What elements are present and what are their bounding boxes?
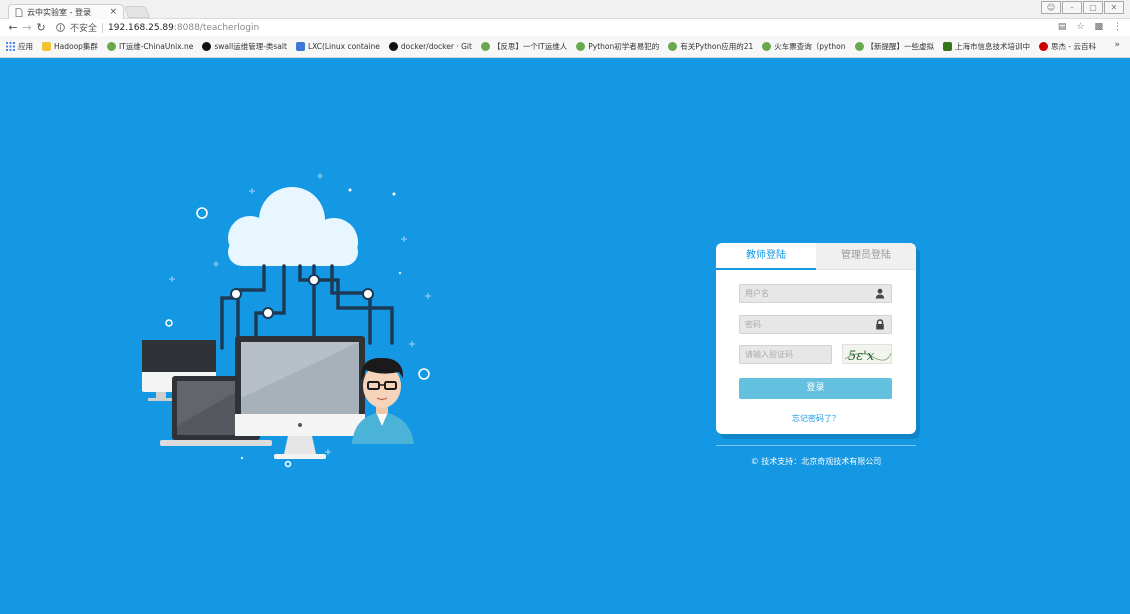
extension-icon[interactable]: ▩ — [1094, 22, 1103, 32]
footer-divider — [716, 445, 916, 446]
favicon-icon — [1039, 42, 1049, 51]
close-window-icon[interactable]: ✕ — [1104, 1, 1124, 14]
new-tab-button[interactable] — [123, 6, 151, 18]
network-lines — [220, 264, 394, 350]
favicon-icon — [762, 42, 772, 51]
captcha-noise: 5ε'x — [844, 349, 892, 364]
browser-tab[interactable]: 云中实验室 - 登录 × — [8, 4, 124, 19]
tab-teacher-login[interactable]: 教师登陆 — [716, 243, 816, 270]
close-tab-icon[interactable]: × — [109, 7, 117, 17]
page-icon — [15, 7, 23, 17]
username-placeholder: 用户名 — [745, 289, 769, 298]
bookmark-item[interactable]: IT运维-ChinaUnix.ne — [106, 41, 194, 52]
favicon-icon — [106, 42, 116, 51]
bookmarks-bar: 应用 Hadoop集群 IT运维-ChinaUnix.ne swall运维管理-… — [0, 36, 1130, 58]
url-divider — [102, 22, 104, 33]
username-input[interactable]: 用户名 — [739, 284, 892, 303]
favicon-icon — [668, 42, 678, 51]
menu-icon[interactable]: ⋮ — [1113, 22, 1122, 32]
password-placeholder: 密码 — [745, 320, 761, 329]
captcha-text: 5ε'x — [848, 349, 875, 364]
bookmark-label: 上海市信息技术培训中 — [955, 42, 1031, 51]
window-controls: ☺ – ▢ ✕ — [1041, 1, 1124, 14]
favicon-icon — [854, 42, 864, 51]
bookmark-item[interactable]: 上海市信息技术培训中 — [943, 41, 1030, 52]
more-bookmarks-icon[interactable]: » — [1114, 40, 1120, 50]
bookmark-label: docker/docker · Git — [400, 42, 472, 51]
folder-icon — [42, 42, 51, 51]
bookmark-item[interactable]: Hadoop集群 — [42, 41, 98, 52]
captcha-placeholder: 请输入验证码 — [745, 350, 793, 359]
translate-icon[interactable]: ▤ — [1058, 22, 1067, 32]
url-path: :8088/teacherlogin — [173, 22, 260, 33]
back-arrow-icon[interactable]: ← — [6, 21, 20, 35]
favicon-icon — [576, 42, 586, 51]
apps-grid-icon — [6, 42, 15, 51]
bookmark-label: LXC(Linux containe — [307, 42, 380, 51]
bookmark-label: swall运维管理-类salt — [214, 42, 287, 51]
bookmark-item[interactable]: 【反思】一个IT运维人 — [480, 41, 568, 52]
bookmark-apps[interactable]: 应用 — [6, 41, 33, 52]
minimize-icon[interactable]: – — [1062, 1, 1082, 14]
bookmark-label: 【反思】一个IT运维人 — [492, 42, 568, 51]
maximize-icon[interactable]: ▢ — [1083, 1, 1103, 14]
copyright-text: © 技术支持：北京奇观技术有限公司 — [750, 457, 882, 466]
favicon-icon — [295, 42, 305, 51]
reload-icon[interactable]: ↻ — [34, 21, 48, 35]
forgot-password-link[interactable]: 忘记密码了？ — [716, 413, 916, 424]
favicon-icon — [943, 42, 953, 51]
bookmark-item[interactable]: 思杰 - 云百科 — [1039, 41, 1096, 52]
github-icon — [202, 42, 212, 51]
forward-arrow-icon[interactable]: → — [20, 21, 34, 35]
bookmark-label: Hadoop集群 — [54, 42, 98, 51]
bookmark-item[interactable]: 【新提醒】一些虚拟 — [854, 41, 935, 52]
lock-icon — [876, 319, 884, 330]
cloud-network-illustration — [142, 173, 431, 468]
bookmark-item[interactable]: 火车票查询（python — [762, 41, 846, 52]
bookmark-label: 有关Python应用的21 — [680, 42, 754, 51]
login-page: 教师登陆 管理员登陆 用户名 密码 请输入验证码 5ε'x 登录 忘记密码了？ … — [0, 58, 1130, 614]
user-icon[interactable]: ☺ — [1041, 1, 1061, 14]
bookmark-item[interactable]: LXC(Linux containe — [295, 42, 380, 51]
cloud-icon — [228, 187, 358, 266]
toolbar-actions: ▤ ☆ ▩ ⋮ — [1058, 22, 1122, 32]
password-input[interactable]: 密码 — [739, 315, 892, 334]
bookmark-item[interactable]: Python初学者易犯的 — [576, 41, 659, 52]
bookmark-label: Python初学者易犯的 — [588, 42, 660, 51]
bookmark-item[interactable]: 有关Python应用的21 — [668, 41, 753, 52]
bookmark-label: 思杰 - 云百科 — [1051, 42, 1097, 51]
tab-admin-login[interactable]: 管理员登陆 — [816, 243, 916, 270]
security-label: 不安全 — [70, 24, 98, 34]
tab-title: 云中实验室 - 登录 — [27, 7, 91, 17]
bookmark-label: 【新提醒】一些虚拟 — [866, 42, 935, 51]
captcha-image[interactable]: 5ε'x — [842, 344, 892, 364]
address-bar[interactable]: 不安全 192.168.25.89:8088/teacherlogin — [56, 21, 259, 34]
favicon-icon — [480, 42, 490, 51]
captcha-input[interactable]: 请输入验证码 — [739, 345, 832, 364]
login-button[interactable]: 登录 — [739, 378, 892, 399]
bookmark-star-icon[interactable]: ☆ — [1076, 22, 1084, 32]
bookmark-item[interactable]: docker/docker · Git — [388, 42, 472, 51]
url-host: 192.168.25.89 — [108, 22, 174, 33]
login-card: 教师登陆 管理员登陆 用户名 密码 请输入验证码 5ε'x 登录 忘记密码了？ — [716, 243, 916, 434]
browser-toolbar: ← → ↻ 不安全 192.168.25.89:8088/teacherlogi… — [0, 19, 1130, 36]
bookmark-label: IT运维-ChinaUnix.ne — [118, 42, 194, 51]
bookmark-label: 火车票查询（python — [774, 42, 846, 51]
user-icon — [875, 288, 885, 299]
login-tabs: 教师登陆 管理员登陆 — [716, 243, 916, 270]
url-text: 192.168.25.89:8088/teacherlogin — [108, 23, 259, 33]
info-icon — [56, 23, 65, 32]
github-icon — [388, 42, 398, 51]
browser-titlebar: 云中实验室 - 登录 × ☺ – ▢ ✕ — [0, 0, 1130, 19]
bookmark-label: 应用 — [18, 42, 33, 51]
bookmark-item[interactable]: swall运维管理-类salt — [202, 41, 287, 52]
